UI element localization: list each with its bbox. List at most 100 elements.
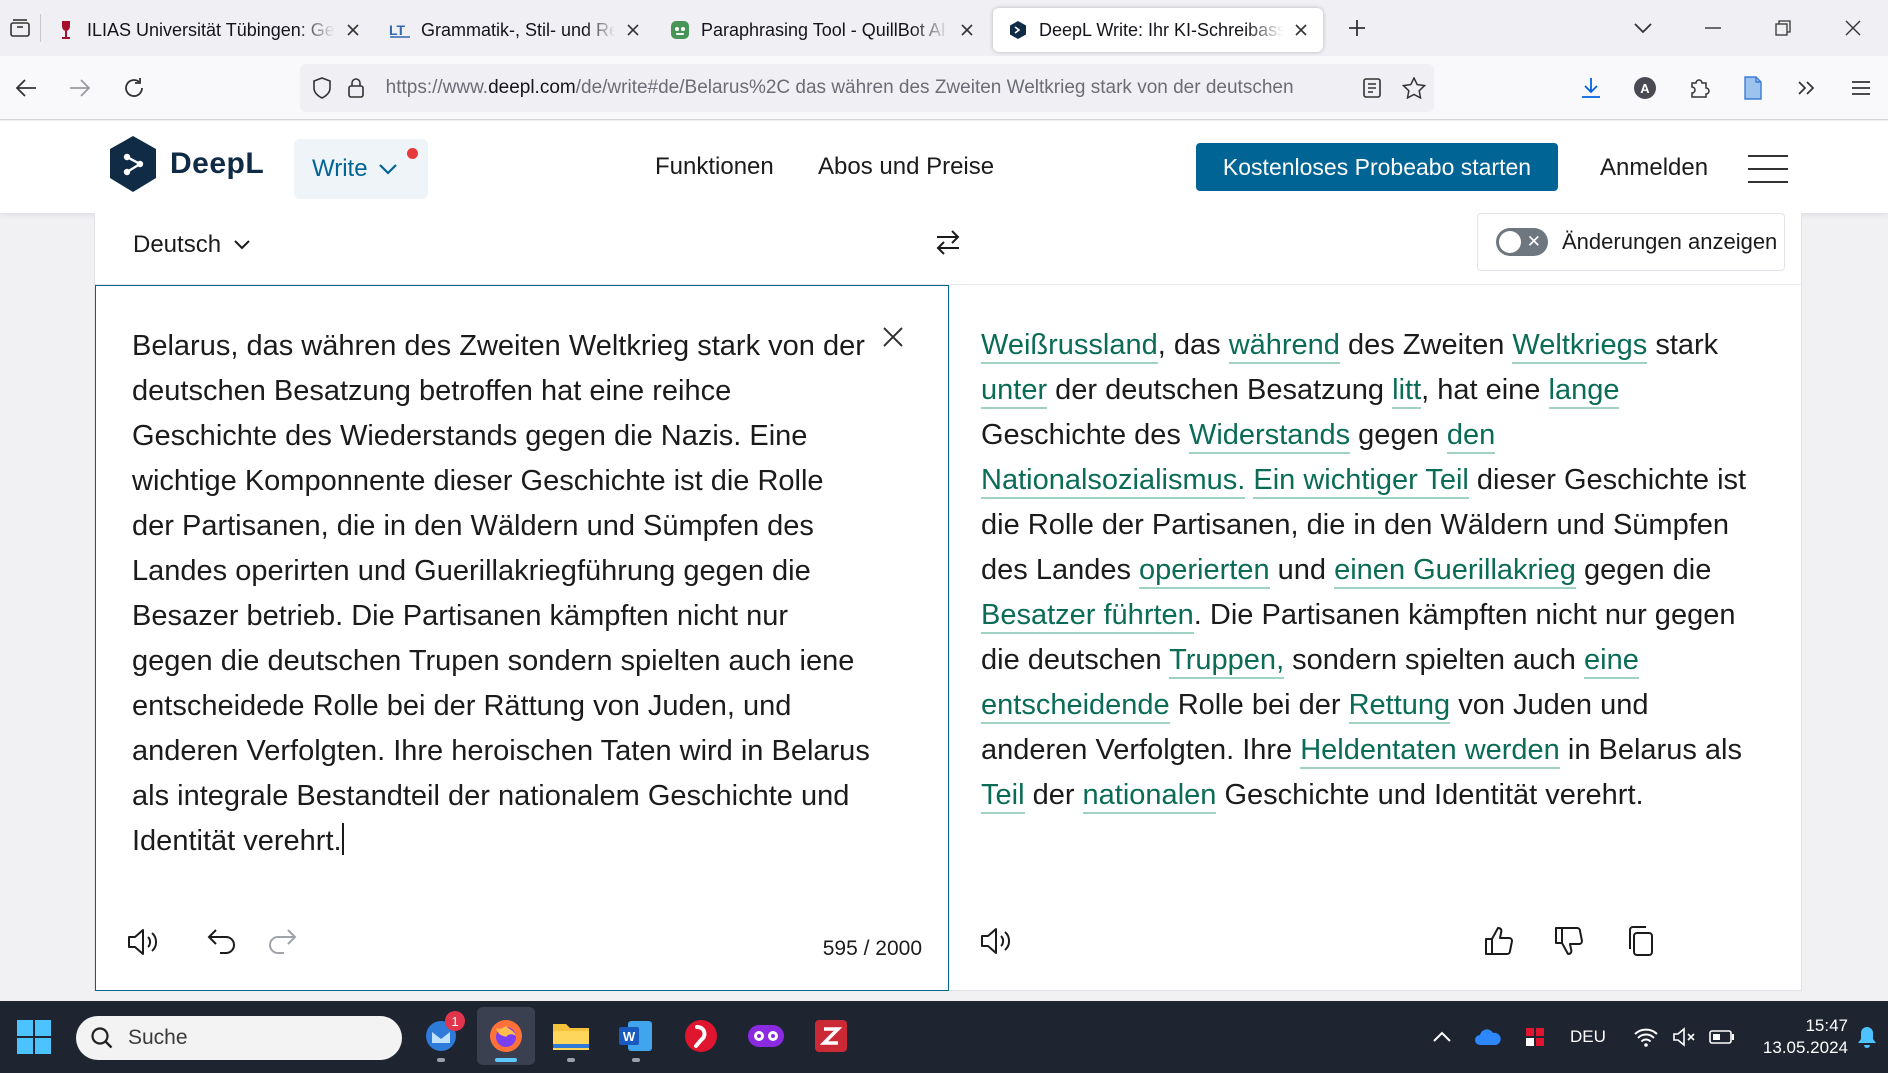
- nav-abos-preise[interactable]: Abos und Preise: [818, 153, 994, 181]
- tab-list-button[interactable]: [0, 0, 40, 56]
- changed-word[interactable]: einen Guerillakrieg: [1334, 554, 1576, 589]
- listen-button[interactable]: [979, 925, 1013, 957]
- close-tab-icon[interactable]: [955, 18, 979, 42]
- red-tray-app-icon[interactable]: [1512, 1025, 1558, 1049]
- minimize-button[interactable]: [1678, 0, 1748, 56]
- back-button[interactable]: [0, 62, 52, 114]
- thumbs-down-button[interactable]: [1553, 925, 1585, 957]
- extensions-button[interactable]: [1672, 62, 1726, 114]
- account-button[interactable]: A: [1618, 62, 1672, 114]
- url-text[interactable]: https://www.deepl.com/de/write#de/Belaru…: [386, 77, 1351, 99]
- start-button[interactable]: [16, 1019, 52, 1055]
- input-language[interactable]: DEU: [1570, 1027, 1618, 1047]
- opera-icon[interactable]: [672, 1007, 730, 1065]
- deepl-icon: [1007, 19, 1029, 41]
- copy-button[interactable]: [1625, 925, 1655, 957]
- battery-icon[interactable]: [1702, 1029, 1742, 1045]
- lock-icon[interactable]: [344, 77, 368, 99]
- onedrive-icon[interactable]: [1464, 1028, 1512, 1046]
- changed-word[interactable]: operierten: [1139, 554, 1270, 589]
- forward-button[interactable]: [54, 62, 106, 114]
- changed-word[interactable]: Rettung: [1348, 689, 1451, 724]
- wifi-icon[interactable]: [1626, 1027, 1666, 1047]
- logo-text: DeepL: [170, 147, 265, 180]
- changed-word[interactable]: Truppen,: [1169, 644, 1285, 679]
- tab-title: DeepL Write: Ihr KI-Schreibassistent: [1039, 19, 1283, 40]
- hamburger-menu-icon[interactable]: [1748, 155, 1788, 183]
- tab-languagetool[interactable]: LT Grammatik-, Stil- und Rechtschreibprü…: [375, 8, 655, 52]
- reload-button[interactable]: [108, 62, 160, 114]
- changed-word[interactable]: litt: [1392, 374, 1422, 409]
- downloads-button[interactable]: [1564, 62, 1618, 114]
- free-trial-button[interactable]: Kostenloses Probeabo starten: [1196, 143, 1558, 191]
- changed-word[interactable]: unter: [981, 374, 1048, 409]
- close-icon: [883, 327, 903, 347]
- toggle-switch[interactable]: ✕: [1496, 228, 1548, 256]
- document-extension-button[interactable]: [1726, 62, 1780, 114]
- deepl-logo[interactable]: DeepL: [108, 135, 264, 193]
- login-link[interactable]: Anmelden: [1600, 154, 1708, 182]
- app-menu-button[interactable]: [1834, 62, 1888, 114]
- close-tab-icon[interactable]: [341, 18, 365, 42]
- tab-bar: ILIAS Universität Tübingen: Geschichte L…: [0, 0, 1888, 56]
- privacy-mask-icon[interactable]: [737, 1007, 795, 1065]
- improved-text[interactable]: Weißrussland, das während des Zweiten We…: [981, 323, 1751, 818]
- changed-word[interactable]: Teil: [981, 779, 1025, 814]
- file-explorer-icon[interactable]: [542, 1007, 600, 1065]
- restore-button[interactable]: [1748, 0, 1818, 56]
- tab-ilias[interactable]: ILIAS Universität Tübingen: Geschichte: [41, 8, 375, 52]
- notification-bell-icon[interactable]: [1856, 1025, 1878, 1049]
- source-text-area[interactable]: Belarus, das währen des Zweiten Weltkrie…: [95, 285, 949, 991]
- bookmark-star-icon[interactable]: [1394, 77, 1434, 99]
- close-tab-icon[interactable]: [621, 18, 645, 42]
- navigation-toolbar: https://www.deepl.com/de/write#de/Belaru…: [0, 56, 1888, 120]
- copy-icon: [1629, 926, 1653, 956]
- clear-text-button[interactable]: [882, 326, 904, 348]
- url-bar[interactable]: https://www.deepl.com/de/write#de/Belaru…: [300, 64, 1434, 112]
- changed-word[interactable]: während: [1228, 329, 1340, 364]
- changed-word[interactable]: Weltkriegs: [1512, 329, 1648, 364]
- changed-word[interactable]: nationalen: [1082, 779, 1217, 814]
- nav-funktionen[interactable]: Funktionen: [655, 153, 774, 181]
- shield-icon[interactable]: [300, 77, 344, 99]
- chevron-up-icon[interactable]: [1420, 1031, 1464, 1043]
- thumbs-up-button[interactable]: [1483, 925, 1515, 957]
- listen-button[interactable]: [126, 926, 160, 958]
- write-dropdown[interactable]: Write: [294, 139, 428, 199]
- changed-word[interactable]: Besatzer führten: [981, 599, 1194, 634]
- changed-word[interactable]: Heldentaten werden: [1300, 734, 1560, 769]
- tab-deepl[interactable]: DeepL Write: Ihr KI-Schreibassistent: [993, 8, 1323, 52]
- mail-app-icon[interactable]: 1: [412, 1007, 470, 1065]
- tab-overflow-button[interactable]: [1608, 0, 1678, 56]
- text-segment: sondern spielten auch: [1284, 644, 1584, 676]
- word-icon[interactable]: W: [607, 1007, 665, 1065]
- new-tab-button[interactable]: [1335, 6, 1379, 50]
- changed-word[interactable]: Ein wichtiger Teil: [1253, 464, 1469, 499]
- redo-button[interactable]: [266, 926, 298, 956]
- windows-taskbar: Suche 1 W DEU 15:47 13.05.2024: [0, 1001, 1888, 1073]
- write-label: Write: [312, 155, 368, 182]
- reader-view-icon[interactable]: [1350, 77, 1394, 99]
- changed-word[interactable]: Weißrussland: [981, 329, 1158, 364]
- close-tab-icon[interactable]: [1289, 18, 1313, 42]
- swap-button[interactable]: [933, 227, 963, 257]
- source-text[interactable]: Belarus, das währen des Zweiten Weltkrie…: [132, 324, 872, 864]
- search-icon: [91, 1027, 113, 1049]
- close-window-button[interactable]: [1818, 0, 1888, 56]
- firefox-icon[interactable]: [477, 1007, 535, 1065]
- more-tools-button[interactable]: [1780, 62, 1834, 114]
- character-count: 595 / 2000: [822, 937, 922, 960]
- zotero-icon[interactable]: [802, 1007, 860, 1065]
- changed-word[interactable]: Widerstands: [1188, 419, 1351, 454]
- clock[interactable]: 15:47 13.05.2024: [1752, 1015, 1848, 1059]
- volume-muted-icon[interactable]: [1666, 1027, 1702, 1047]
- hamburger-menu-icon: [1852, 81, 1870, 95]
- show-changes-toggle[interactable]: ✕ Änderungen anzeigen: [1477, 213, 1785, 271]
- changed-word[interactable]: lange: [1548, 374, 1620, 409]
- taskbar-search[interactable]: Suche: [76, 1016, 402, 1060]
- clock-date: 13.05.2024: [1762, 1038, 1848, 1057]
- undo-button[interactable]: [206, 926, 238, 956]
- text-segment: , das: [1157, 329, 1229, 361]
- language-selector[interactable]: Deutsch: [133, 231, 251, 259]
- tab-quillbot[interactable]: Paraphrasing Tool - QuillBot AI: [655, 8, 989, 52]
